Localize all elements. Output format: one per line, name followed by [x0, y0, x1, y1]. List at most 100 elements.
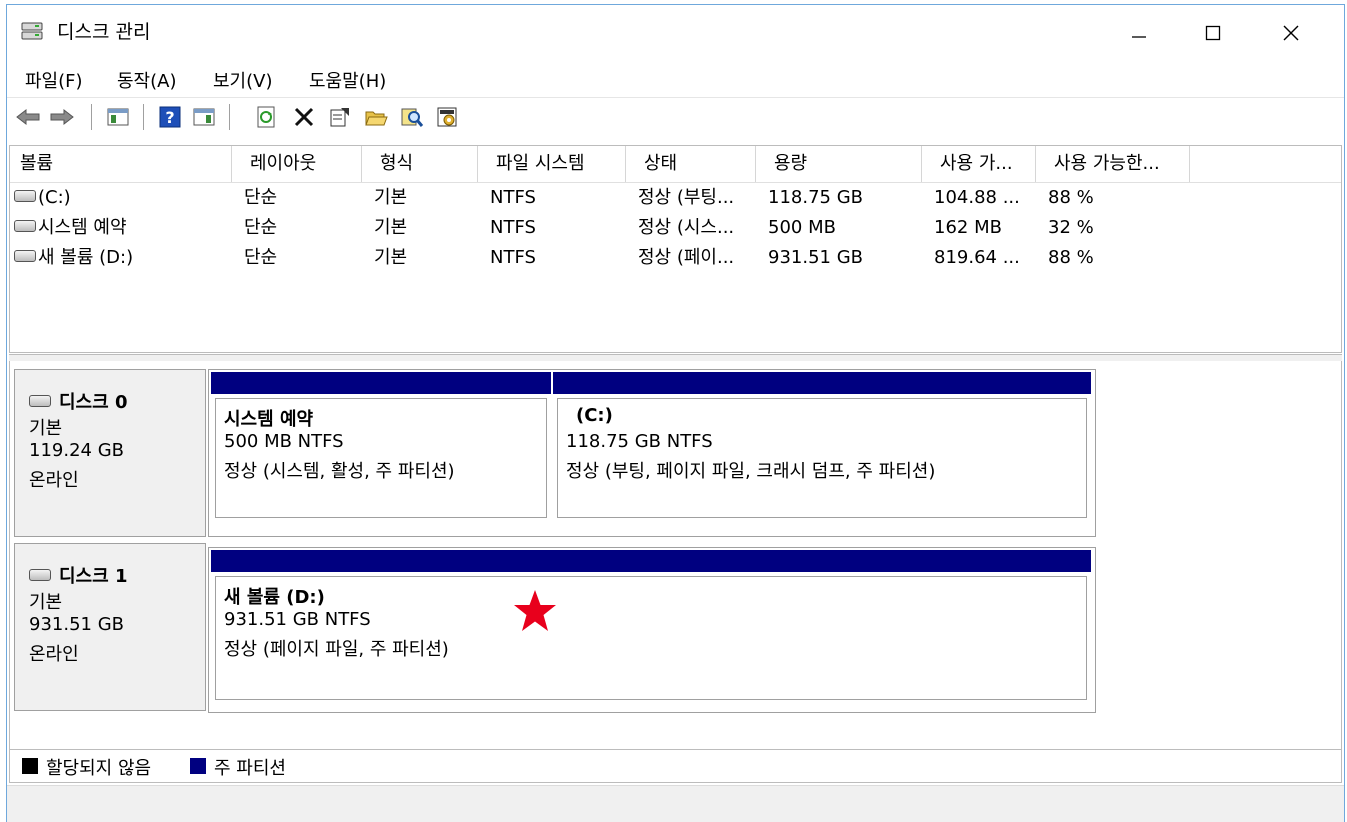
disk-0-title: 디스크 0 — [29, 388, 127, 414]
partition-body: 새 볼륨 (D:) 931.51 GB NTFS 정상 (페이지 파일, 주 파… — [215, 576, 1087, 700]
partition-system-reserved[interactable]: 시스템 예약 500 MB NTFS 정상 (시스템, 활성, 주 파티션) — [211, 372, 551, 534]
primary-partition-bar — [553, 372, 1091, 394]
partition-body: 시스템 예약 500 MB NTFS 정상 (시스템, 활성, 주 파티션) — [215, 398, 547, 518]
volume-row[interactable]: 새 볼륨 (D:) 단순 기본 NTFS 정상 (페이... 931.51 GB… — [10, 243, 1341, 273]
percent-free-cell: 88 % — [1048, 187, 1094, 208]
partition-title: 새 볼륨 (D:) — [224, 587, 325, 608]
legend-bar: 할당되지 않음 주 파티션 — [9, 749, 1342, 783]
drive-icon — [29, 569, 51, 581]
partition-c-drive[interactable]: (C:) 118.75 GB NTFS 정상 (부팅, 페이지 파일, 크래시 … — [553, 372, 1091, 534]
partition-size: 931.51 GB NTFS — [224, 609, 371, 630]
menu-file[interactable]: 파일(F) — [25, 67, 83, 93]
drive-icon — [14, 190, 36, 202]
rescan-button[interactable] — [399, 104, 425, 130]
capacity-cell: 931.51 GB — [768, 247, 864, 268]
column-header-capacity[interactable]: 용량 — [756, 146, 922, 182]
minimize-button[interactable] — [1115, 15, 1163, 51]
console-tree-button[interactable] — [105, 104, 131, 130]
volume-name-cell: (C:) — [14, 183, 71, 213]
action-pane-icon — [193, 108, 215, 126]
help-button[interactable]: ? — [157, 104, 183, 130]
close-button[interactable] — [1267, 15, 1315, 51]
volume-row[interactable]: 시스템 예약 단순 기본 NTFS 정상 (시스... 500 MB 162 M… — [10, 213, 1341, 243]
capacity-cell: 118.75 GB — [768, 187, 864, 208]
disk-1-info[interactable]: 디스크 1 기본 931.51 GB 온라인 — [14, 543, 206, 711]
window-title: 디스크 관리 — [57, 21, 151, 43]
partition-title: 시스템 예약 — [224, 409, 314, 430]
properties-button[interactable] — [327, 104, 353, 130]
menu-view[interactable]: 보기(V) — [213, 67, 272, 93]
title-bar: 디스크 관리 — [7, 5, 1344, 61]
delete-icon — [294, 107, 314, 127]
column-header-status[interactable]: 상태 — [626, 146, 756, 182]
action-pane-button[interactable] — [191, 104, 217, 130]
disk-1-title: 디스크 1 — [29, 562, 127, 588]
partition-size: 118.75 GB NTFS — [566, 431, 713, 452]
filesystem-cell: NTFS — [490, 247, 536, 268]
free-space-cell: 162 MB — [934, 217, 1002, 238]
legend-primary-partition-label: 주 파티션 — [214, 758, 286, 779]
status-bar — [7, 785, 1344, 822]
partition-title: (C:) — [576, 405, 613, 426]
open-button[interactable] — [363, 104, 389, 130]
column-header-volume[interactable]: 볼륨 — [10, 146, 232, 182]
column-header-layout[interactable]: 레이아웃 — [232, 146, 362, 182]
settings-icon — [437, 107, 457, 127]
settings-button[interactable] — [435, 104, 461, 130]
menu-bar: 파일(F) 동작(A) 보기(V) 도움말(H) — [7, 61, 1344, 95]
toolbar-separator — [229, 104, 230, 130]
column-header-type[interactable]: 형식 — [362, 146, 478, 182]
status-cell: 정상 (시스... — [638, 217, 735, 238]
disk-0-state: 온라인 — [29, 470, 79, 491]
column-header-filesystem[interactable]: 파일 시스템 — [478, 146, 626, 182]
filesystem-cell: NTFS — [490, 217, 536, 238]
forward-button[interactable] — [49, 104, 75, 130]
volume-list-header: 볼륨 레이아웃 형식 파일 시스템 상태 용량 사용 가... 사용 가능한..… — [10, 146, 1341, 183]
toolbar-separator — [143, 104, 144, 130]
open-icon — [365, 111, 388, 126]
partition-d-drive[interactable]: 새 볼륨 (D:) 931.51 GB NTFS 정상 (페이지 파일, 주 파… — [211, 550, 1091, 708]
menu-action[interactable]: 동작(A) — [117, 67, 176, 93]
column-header-free-space[interactable]: 사용 가... — [922, 146, 1036, 182]
disk-1-size: 931.51 GB — [29, 614, 125, 635]
partition-status: 정상 (시스템, 활성, 주 파티션) — [224, 461, 455, 482]
type-cell: 기본 — [374, 187, 408, 208]
disk-0-info[interactable]: 디스크 0 기본 119.24 GB 온라인 — [14, 369, 206, 537]
minimize-icon — [1132, 36, 1146, 38]
disk-1-state: 온라인 — [29, 644, 79, 665]
delete-button[interactable] — [291, 104, 317, 130]
drive-icon — [14, 220, 36, 232]
volume-name-cell: 시스템 예약 — [14, 213, 127, 243]
type-cell: 기본 — [374, 217, 408, 238]
volume-list: 볼륨 레이아웃 형식 파일 시스템 상태 용량 사용 가... 사용 가능한..… — [9, 145, 1342, 353]
primary-partition-swatch — [190, 758, 206, 774]
disk-graphical-view: 디스크 0 기본 119.24 GB 온라인 시스템 예약 500 MB NTF… — [9, 361, 1342, 749]
disk-management-app-icon — [21, 22, 43, 40]
partition-body: (C:) 118.75 GB NTFS 정상 (부팅, 페이지 파일, 크래시 … — [557, 398, 1087, 518]
partition-status: 정상 (페이지 파일, 주 파티션) — [224, 639, 449, 660]
properties-icon — [330, 108, 349, 127]
disk-1-type: 기본 — [29, 592, 63, 613]
back-button[interactable] — [15, 104, 41, 130]
disk-0-type: 기본 — [29, 418, 63, 439]
disk-1-partition-map: 새 볼륨 (D:) 931.51 GB NTFS 정상 (페이지 파일, 주 파… — [208, 547, 1096, 713]
svg-text:?: ? — [165, 108, 174, 127]
drive-icon — [14, 250, 36, 262]
rescan-icon — [401, 108, 424, 127]
refresh-button[interactable] — [253, 104, 279, 130]
percent-free-cell: 88 % — [1048, 247, 1094, 268]
layout-cell: 단순 — [244, 217, 278, 238]
drive-icon — [29, 395, 51, 407]
disk-0-size: 119.24 GB — [29, 440, 125, 461]
percent-free-cell: 32 % — [1048, 217, 1094, 238]
status-cell: 정상 (부팅... — [638, 187, 735, 208]
menu-help[interactable]: 도움말(H) — [309, 67, 386, 93]
forward-icon — [50, 108, 74, 126]
volume-row[interactable]: (C:) 단순 기본 NTFS 정상 (부팅... 118.75 GB 104.… — [10, 183, 1341, 213]
refresh-icon — [257, 106, 275, 128]
unallocated-swatch — [22, 758, 38, 774]
type-cell: 기본 — [374, 247, 408, 268]
maximize-button[interactable] — [1189, 15, 1237, 51]
partition-size: 500 MB NTFS — [224, 431, 344, 452]
column-header-percent-free[interactable]: 사용 가능한... — [1036, 146, 1190, 182]
